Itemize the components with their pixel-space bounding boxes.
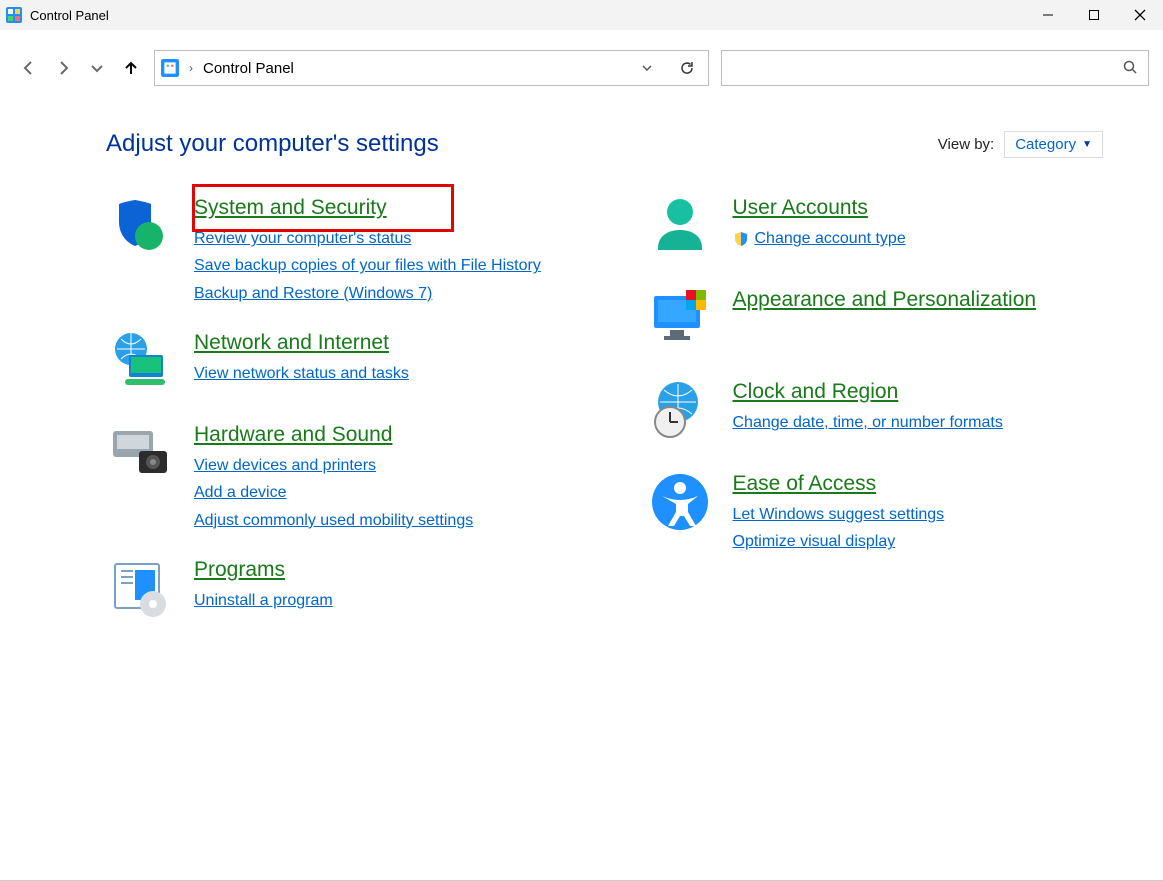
breadcrumb-current[interactable]: Control Panel [203, 60, 294, 77]
recent-locations-button[interactable] [86, 57, 108, 79]
link-review-status[interactable]: Review your computer's status [194, 227, 541, 250]
up-button[interactable] [120, 57, 142, 79]
link-date-time-formats[interactable]: Change date, time, or number formats [733, 411, 1003, 434]
address-bar[interactable]: › Control Panel [154, 50, 709, 86]
category-title-appearance[interactable]: Appearance and Personalization [733, 286, 1037, 313]
category-programs: Programs Uninstall a program [106, 556, 565, 626]
title-bar: Control Panel [0, 0, 1163, 30]
close-button[interactable] [1117, 0, 1163, 30]
category-appearance: Appearance and Personalization [645, 286, 1104, 356]
category-title-network-internet[interactable]: Network and Internet [194, 329, 409, 356]
hardware-sound-icon [106, 421, 176, 491]
content-area: Adjust your computer's settings View by:… [0, 106, 1163, 626]
link-file-history[interactable]: Save backup copies of your files with Fi… [194, 254, 541, 277]
link-windows-suggest[interactable]: Let Windows suggest settings [733, 503, 945, 526]
minimize-button[interactable] [1025, 0, 1071, 30]
link-uninstall-program[interactable]: Uninstall a program [194, 589, 333, 612]
clock-region-icon [645, 378, 715, 448]
category-title-system-security[interactable]: System and Security [194, 194, 541, 221]
category-network-internet: Network and Internet View network status… [106, 329, 565, 399]
category-title-ease-access[interactable]: Ease of Access [733, 470, 945, 497]
link-change-account-type-label: Change account type [755, 227, 906, 250]
category-title-hardware-sound[interactable]: Hardware and Sound [194, 421, 473, 448]
user-accounts-icon [645, 194, 715, 264]
category-title-clock-region[interactable]: Clock and Region [733, 378, 1003, 405]
category-clock-region: Clock and Region Change date, time, or n… [645, 378, 1104, 448]
maximize-button[interactable] [1071, 0, 1117, 30]
view-by-label: View by: [938, 136, 994, 153]
category-system-security: System and Security Review your computer… [106, 194, 565, 307]
window-title: Control Panel [30, 8, 109, 23]
appearance-icon [645, 286, 715, 356]
categories-left-column: System and Security Review your computer… [106, 194, 565, 626]
system-security-icon [106, 194, 176, 264]
network-internet-icon [106, 329, 176, 399]
nav-row: › Control Panel [0, 30, 1163, 106]
view-by-select[interactable]: Category ▼ [1004, 131, 1103, 158]
refresh-button[interactable] [678, 60, 696, 76]
chevron-right-icon[interactable]: › [187, 61, 195, 75]
category-ease-access: Ease of Access Let Windows suggest setti… [645, 470, 1104, 556]
category-title-programs[interactable]: Programs [194, 556, 333, 583]
control-panel-icon [161, 59, 179, 77]
control-panel-app-icon [6, 7, 22, 23]
window-controls [1025, 0, 1163, 30]
programs-icon [106, 556, 176, 626]
forward-button[interactable] [52, 57, 74, 79]
content-header: Adjust your computer's settings View by:… [106, 130, 1103, 158]
breadcrumb-dropdown[interactable] [638, 62, 656, 74]
view-by-control: View by: Category ▼ [938, 131, 1103, 158]
back-button[interactable] [18, 57, 40, 79]
link-backup-restore[interactable]: Backup and Restore (Windows 7) [194, 282, 541, 305]
categories: System and Security Review your computer… [106, 194, 1103, 626]
uac-shield-icon [733, 231, 749, 247]
categories-right-column: User Accounts Change account type [645, 194, 1104, 626]
link-change-account-type[interactable]: Change account type [733, 227, 906, 250]
view-by-value: Category [1015, 136, 1076, 153]
category-hardware-sound: Hardware and Sound View devices and prin… [106, 421, 565, 534]
link-add-device[interactable]: Add a device [194, 481, 473, 504]
page-heading: Adjust your computer's settings [106, 130, 439, 158]
link-network-status[interactable]: View network status and tasks [194, 362, 409, 385]
search-input[interactable] [721, 50, 1149, 86]
link-devices-printers[interactable]: View devices and printers [194, 454, 473, 477]
ease-access-icon [645, 470, 715, 540]
link-mobility-settings[interactable]: Adjust commonly used mobility settings [194, 509, 473, 532]
category-title-user-accounts[interactable]: User Accounts [733, 194, 906, 221]
caret-down-icon: ▼ [1082, 139, 1092, 150]
search-icon [1122, 59, 1138, 78]
category-user-accounts: User Accounts Change account type [645, 194, 1104, 264]
link-optimize-visual[interactable]: Optimize visual display [733, 530, 945, 553]
